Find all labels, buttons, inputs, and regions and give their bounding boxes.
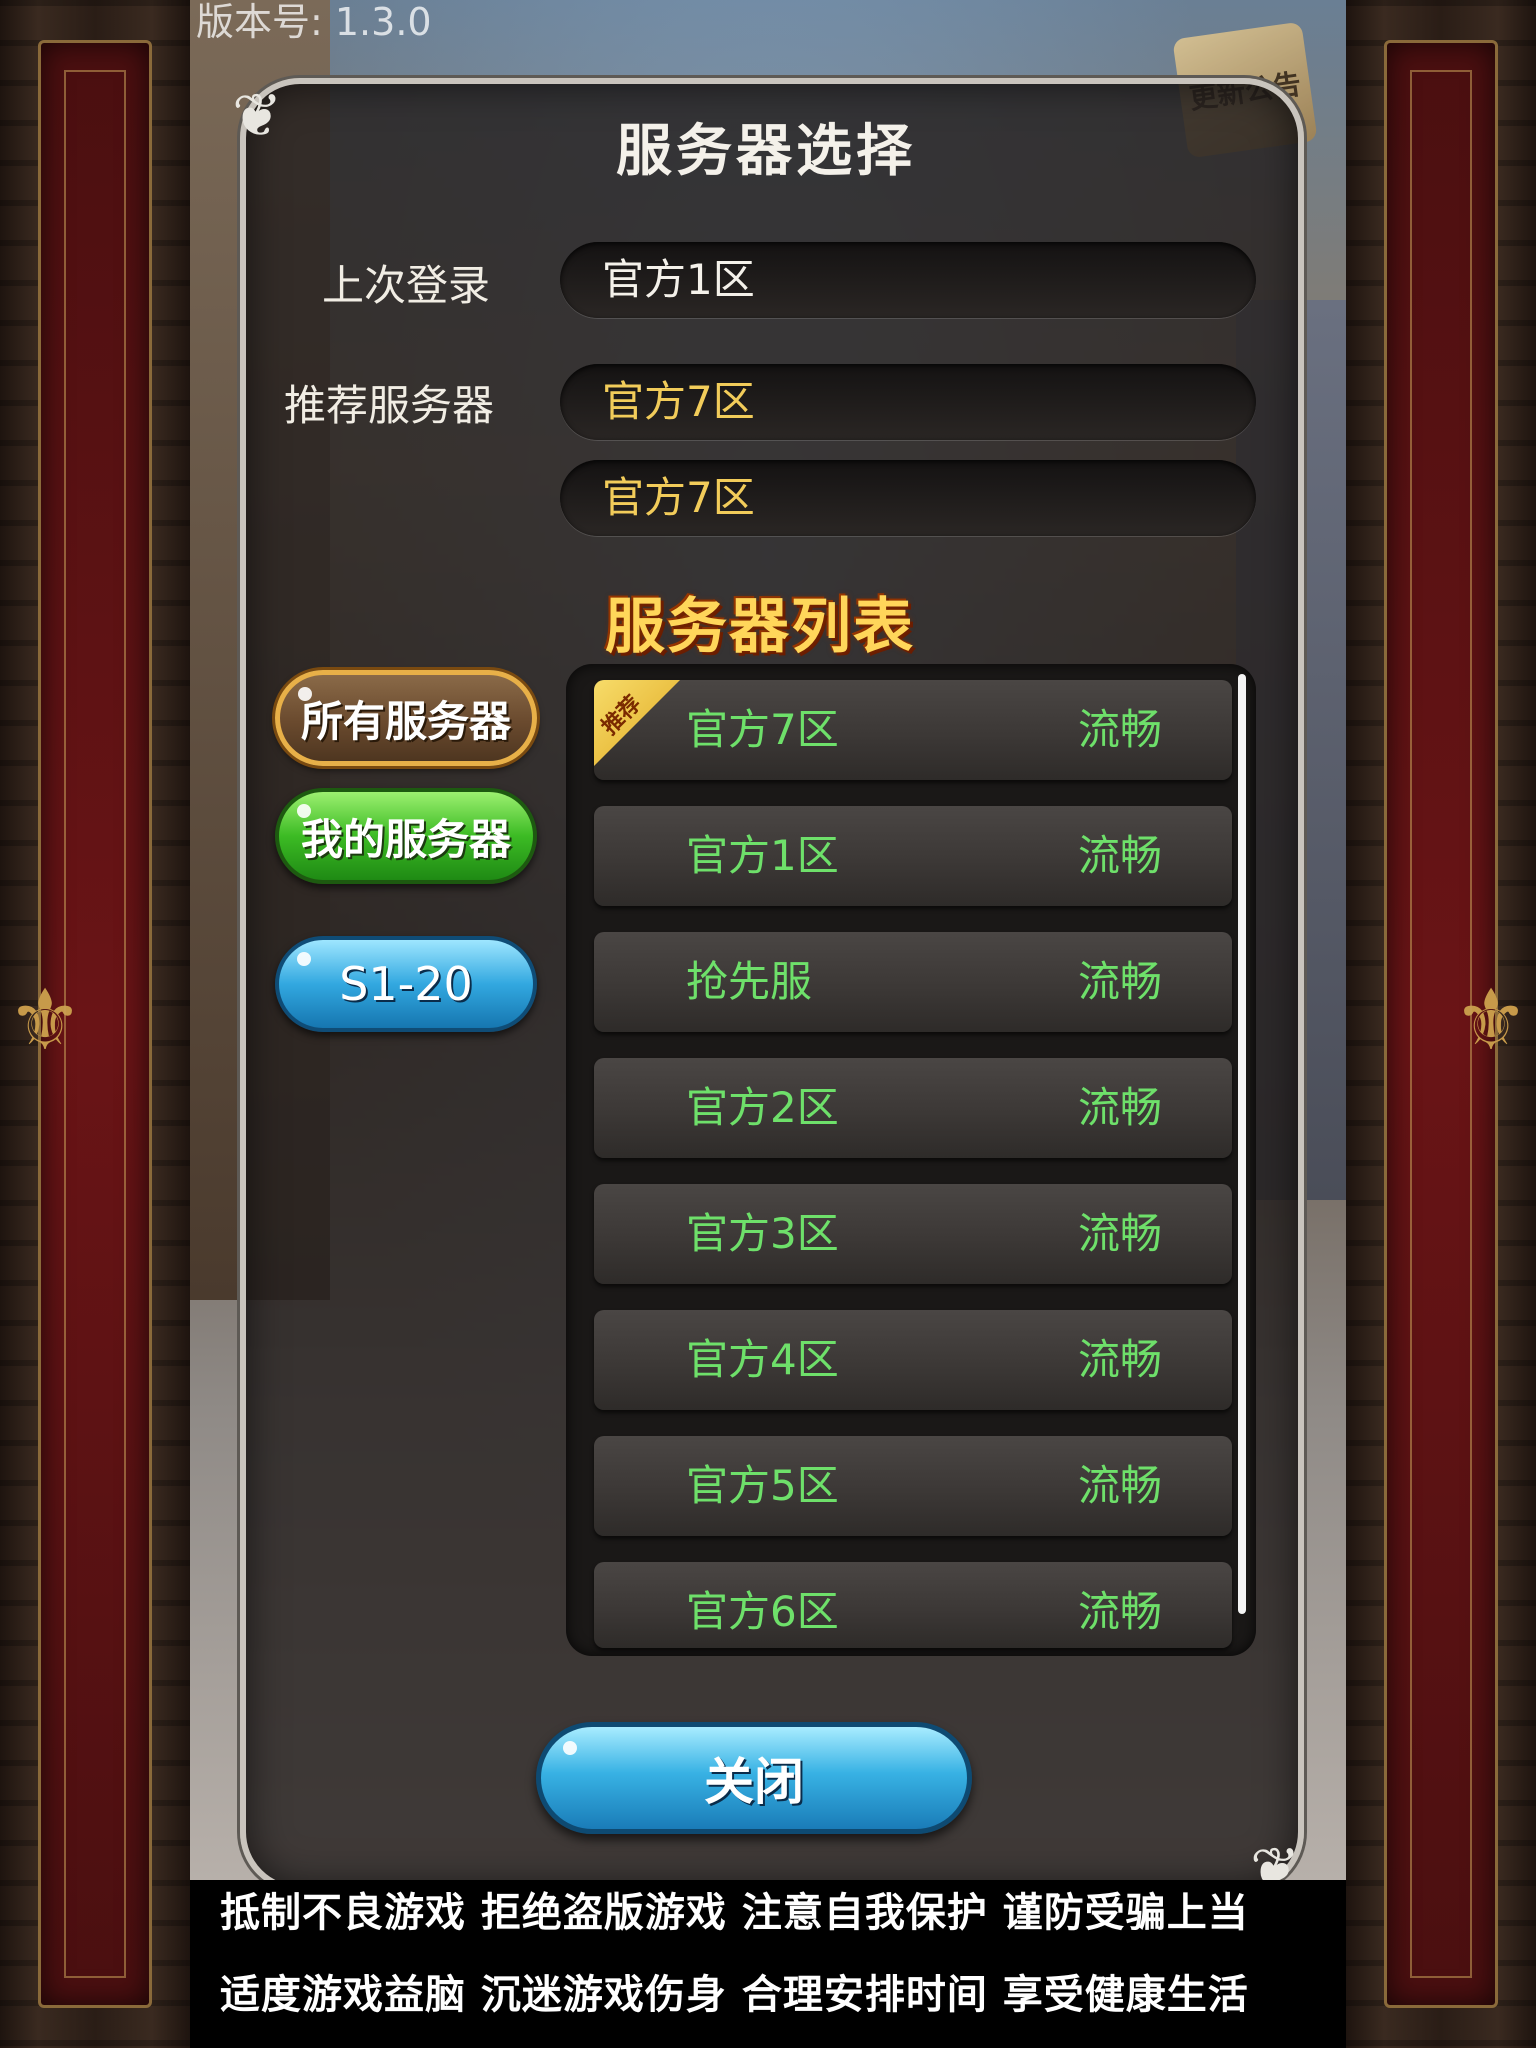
health-notice-line-1: 抵制不良游戏 拒绝盗版游戏 注意自我保护 谨防受骗上当: [220, 1890, 1249, 1936]
version-label: 版本号: 1.3.0: [196, 0, 432, 44]
server-status: 流畅: [1078, 1209, 1163, 1258]
tab-all-servers[interactable]: 所有服务器: [275, 670, 537, 766]
server-name: 抢先服: [686, 957, 813, 1006]
tab-server-range[interactable]: S1-20: [275, 936, 537, 1032]
health-notice-line-2: 适度游戏益脑 沉迷游戏伤身 合理安排时间 享受健康生活: [220, 1972, 1249, 2018]
server-list-title: 服务器列表: [605, 592, 915, 662]
shine-dot-icon: [297, 952, 311, 966]
close-button[interactable]: 关闭: [536, 1722, 972, 1834]
server-status: 流畅: [1078, 957, 1163, 1006]
server-name: 官方1区: [686, 831, 839, 880]
server-row[interactable]: 推荐 官方7区 流畅: [594, 680, 1232, 780]
tab-label: 所有服务器: [300, 696, 511, 746]
server-name: 官方7区: [686, 705, 839, 754]
server-row[interactable]: 官方6区 流畅: [594, 1562, 1232, 1648]
server-name: 官方6区: [686, 1587, 839, 1636]
server-status: 流畅: [1078, 1587, 1163, 1636]
server-name: 官方5区: [686, 1461, 839, 1510]
right-ornate-frame: ⚜: [1346, 0, 1536, 2048]
server-status: 流畅: [1078, 705, 1163, 754]
last-login-server[interactable]: 官方1区: [560, 242, 1256, 318]
server-row[interactable]: 官方1区 流畅: [594, 806, 1232, 906]
server-row[interactable]: 抢先服 流畅: [594, 932, 1232, 1032]
shine-dot-icon: [563, 1741, 577, 1755]
server-status: 流畅: [1078, 1335, 1163, 1384]
tab-label: S1-20: [339, 957, 473, 1011]
left-ornate-frame: ⚜: [0, 0, 190, 2048]
health-notice: 抵制不良游戏 拒绝盗版游戏 注意自我保护 谨防受骗上当 适度游戏益脑 沉迷游戏伤…: [190, 1880, 1346, 2048]
recommended-server-2[interactable]: 官方7区: [560, 460, 1256, 536]
server-list-scrollbar[interactable]: [1238, 674, 1246, 1614]
shine-dot-icon: [298, 687, 312, 701]
recommended-label: 推荐服务器: [284, 381, 495, 430]
dialog-title: 服务器选择: [616, 119, 916, 184]
server-name: 官方2区: [686, 1083, 839, 1132]
fleur-de-lis-icon: ⚜: [7, 971, 83, 1069]
tab-my-servers[interactable]: 我的服务器: [275, 788, 537, 884]
server-row[interactable]: 官方3区 流畅: [594, 1184, 1232, 1284]
close-button-label: 关闭: [704, 1753, 804, 1811]
last-login-label: 上次登录: [322, 261, 491, 310]
server-name: 官方3区: [686, 1209, 839, 1258]
server-row[interactable]: 官方2区 流畅: [594, 1058, 1232, 1158]
shine-dot-icon: [297, 804, 311, 818]
server-status: 流畅: [1078, 831, 1163, 880]
server-status: 流畅: [1078, 1461, 1163, 1510]
tab-label: 我的服务器: [300, 814, 511, 864]
recommended-server-1[interactable]: 官方7区: [560, 364, 1256, 440]
server-row[interactable]: 官方4区 流畅: [594, 1310, 1232, 1410]
fleur-de-lis-icon: ⚜: [1453, 971, 1529, 1069]
server-name: 官方4区: [686, 1335, 839, 1384]
server-status: 流畅: [1078, 1083, 1163, 1132]
server-row[interactable]: 官方5区 流畅: [594, 1436, 1232, 1536]
